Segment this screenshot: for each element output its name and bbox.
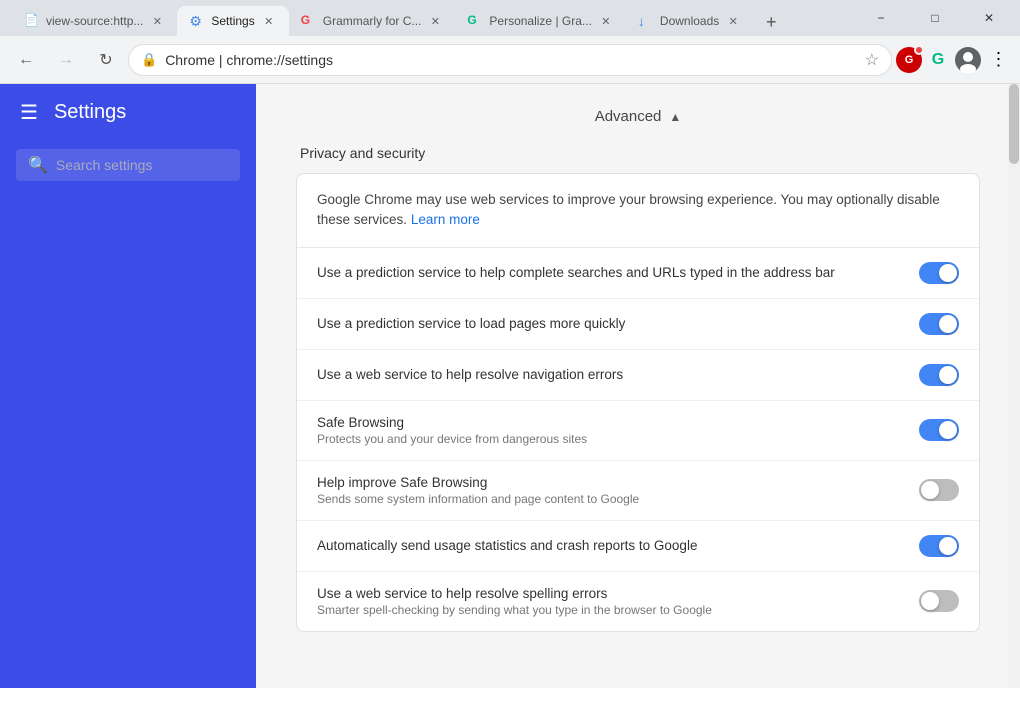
setting-desc-improve-safe-browsing: Sends some system information and page c… bbox=[317, 492, 907, 506]
toggle-knob-nav-errors bbox=[939, 366, 957, 384]
nav-right-icons: G G ⋮ bbox=[896, 46, 1012, 74]
tabs-bar: 📄 view-source:http... ✕ ⚙ Settings ✕ G G… bbox=[8, 0, 854, 36]
toggle-usage-stats[interactable] bbox=[919, 535, 959, 557]
lock-icon: 🔒 bbox=[141, 52, 157, 68]
downloads-icon: ↓ bbox=[638, 13, 654, 29]
setting-title-spell-errors: Use a web service to help resolve spelli… bbox=[317, 586, 907, 601]
search-bar-wrapper: 🔍 bbox=[0, 141, 256, 197]
scrollbar-track[interactable] bbox=[1008, 84, 1020, 688]
toggle-improve-safe-browsing[interactable] bbox=[919, 479, 959, 501]
advanced-arrow-icon: ▲ bbox=[669, 110, 681, 124]
view-source-icon: 📄 bbox=[24, 13, 40, 29]
tab-personalize-label: Personalize | Gra... bbox=[489, 14, 592, 28]
setting-text-usage-stats: Automatically send usage statistics and … bbox=[317, 538, 907, 553]
content-wrapper: Advanced ▲ Privacy and security Google C… bbox=[256, 84, 1020, 672]
settings-main[interactable]: Advanced ▲ Privacy and security Google C… bbox=[256, 84, 1020, 688]
setting-desc-safe-browsing: Protects you and your device from danger… bbox=[317, 432, 907, 446]
setting-text-prediction-search: Use a prediction service to help complet… bbox=[317, 265, 907, 280]
search-input[interactable] bbox=[56, 157, 228, 173]
learn-more-link[interactable]: Learn more bbox=[411, 212, 480, 227]
toggle-knob-spell-errors bbox=[921, 592, 939, 610]
tab-grammarly[interactable]: G Grammarly for C... ✕ bbox=[289, 6, 456, 36]
setting-title-prediction-load: Use a prediction service to load pages m… bbox=[317, 316, 907, 331]
forward-button[interactable]: → bbox=[48, 42, 84, 78]
menu-dots-icon[interactable]: ⋮ bbox=[984, 46, 1012, 74]
minimize-button[interactable]: − bbox=[858, 0, 904, 36]
reload-button[interactable]: ↻ bbox=[88, 42, 124, 78]
search-icon: 🔍 bbox=[28, 155, 48, 175]
toggle-knob-safe-browsing bbox=[939, 421, 957, 439]
privacy-settings-card: Google Chrome may use web services to im… bbox=[296, 173, 980, 632]
settings-sidebar: ☰ Settings 🔍 bbox=[0, 84, 256, 688]
setting-text-spell-errors: Use a web service to help resolve spelli… bbox=[317, 586, 907, 617]
tab-downloads[interactable]: ↓ Downloads ✕ bbox=[626, 6, 753, 36]
scrollbar-thumb[interactable] bbox=[1009, 84, 1019, 164]
address-text: Chrome | chrome://settings bbox=[165, 52, 856, 68]
tab-grammarly-close[interactable]: ✕ bbox=[427, 13, 443, 29]
navigation-bar: ← → ↻ 🔒 Chrome | chrome://settings ☆ G G… bbox=[0, 36, 1020, 84]
setting-title-improve-safe-browsing: Help improve Safe Browsing bbox=[317, 475, 907, 490]
setting-text-prediction-load: Use a prediction service to load pages m… bbox=[317, 316, 907, 331]
tab-settings-label: Settings bbox=[211, 14, 254, 28]
setting-text-nav-errors: Use a web service to help resolve naviga… bbox=[317, 367, 907, 382]
bookmark-icon[interactable]: ☆ bbox=[865, 50, 879, 70]
setting-row-spell-errors: Use a web service to help resolve spelli… bbox=[297, 572, 979, 631]
toggle-spell-errors[interactable] bbox=[919, 590, 959, 612]
privacy-section-title: Privacy and security bbox=[296, 145, 980, 161]
search-bar[interactable]: 🔍 bbox=[16, 149, 240, 181]
tab-view-source-close[interactable]: ✕ bbox=[149, 13, 165, 29]
setting-desc-spell-errors: Smarter spell-checking by sending what y… bbox=[317, 603, 907, 617]
privacy-info-row: Google Chrome may use web services to im… bbox=[297, 174, 979, 248]
toggle-nav-errors[interactable] bbox=[919, 364, 959, 386]
tab-personalize[interactable]: G Personalize | Gra... ✕ bbox=[455, 6, 626, 36]
setting-text-safe-browsing: Safe Browsing Protects you and your devi… bbox=[317, 415, 907, 446]
sidebar-title: Settings bbox=[54, 101, 126, 124]
setting-row-usage-stats: Automatically send usage statistics and … bbox=[297, 521, 979, 572]
setting-row-prediction-search: Use a prediction service to help complet… bbox=[297, 248, 979, 299]
sidebar-header: ☰ Settings bbox=[0, 84, 256, 141]
setting-row-nav-errors: Use a web service to help resolve naviga… bbox=[297, 350, 979, 401]
ext-icon-2[interactable]: G bbox=[924, 46, 952, 74]
advanced-label: Advanced bbox=[595, 108, 662, 125]
setting-title-nav-errors: Use a web service to help resolve naviga… bbox=[317, 367, 907, 382]
setting-row-safe-browsing: Safe Browsing Protects you and your devi… bbox=[297, 401, 979, 461]
tab-view-source[interactable]: 📄 view-source:http... ✕ bbox=[12, 6, 177, 36]
toggle-knob-prediction-load bbox=[939, 315, 957, 333]
toggle-knob-prediction-search bbox=[939, 264, 957, 282]
tab-downloads-close[interactable]: ✕ bbox=[725, 13, 741, 29]
personalize-icon: G bbox=[467, 13, 483, 29]
close-button[interactable]: ✕ bbox=[966, 0, 1012, 36]
tab-view-source-label: view-source:http... bbox=[46, 14, 143, 28]
settings-wrapper: ☰ Settings 🔍 Advanced ▲ Privacy and secu… bbox=[0, 84, 1020, 688]
setting-row-improve-safe-browsing: Help improve Safe Browsing Sends some sy… bbox=[297, 461, 979, 521]
setting-text-improve-safe-browsing: Help improve Safe Browsing Sends some sy… bbox=[317, 475, 907, 506]
settings-tab-icon: ⚙ bbox=[189, 13, 205, 29]
new-tab-button[interactable]: + bbox=[757, 8, 785, 36]
toggle-safe-browsing[interactable] bbox=[919, 419, 959, 441]
address-bar[interactable]: 🔒 Chrome | chrome://settings ☆ bbox=[128, 44, 892, 76]
title-bar: 📄 view-source:http... ✕ ⚙ Settings ✕ G G… bbox=[0, 0, 1020, 36]
grammarly-icon: G bbox=[301, 13, 317, 29]
advanced-button[interactable]: Advanced ▲ bbox=[296, 84, 980, 145]
toggle-prediction-search[interactable] bbox=[919, 262, 959, 284]
toggle-knob-usage-stats bbox=[939, 537, 957, 555]
tab-personalize-close[interactable]: ✕ bbox=[598, 13, 614, 29]
maximize-button[interactable]: □ bbox=[912, 0, 958, 36]
sidebar-menu-icon[interactable]: ☰ bbox=[20, 100, 38, 125]
setting-title-safe-browsing: Safe Browsing bbox=[317, 415, 907, 430]
tab-downloads-label: Downloads bbox=[660, 14, 719, 28]
tab-settings-close[interactable]: ✕ bbox=[261, 13, 277, 29]
setting-title-prediction-search: Use a prediction service to help complet… bbox=[317, 265, 907, 280]
tab-grammarly-label: Grammarly for C... bbox=[323, 14, 422, 28]
setting-row-prediction-load: Use a prediction service to load pages m… bbox=[297, 299, 979, 350]
back-button[interactable]: ← bbox=[8, 42, 44, 78]
window-controls: − □ ✕ bbox=[858, 0, 1012, 36]
setting-title-usage-stats: Automatically send usage statistics and … bbox=[317, 538, 907, 553]
toggle-prediction-load[interactable] bbox=[919, 313, 959, 335]
toggle-knob-improve-safe-browsing bbox=[921, 481, 939, 499]
account-icon[interactable] bbox=[954, 46, 982, 74]
ext-icon-1[interactable]: G bbox=[896, 47, 922, 73]
tab-settings[interactable]: ⚙ Settings ✕ bbox=[177, 6, 288, 36]
